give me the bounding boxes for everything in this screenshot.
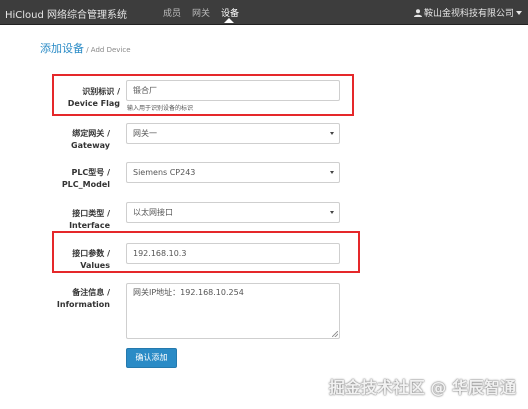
interface-selected: 以太网接口 (133, 208, 173, 217)
brand-title[interactable]: HiCloud 网络综合管理系统 (5, 6, 127, 21)
page-title-sub: / Add Device (84, 46, 131, 54)
gateway-select[interactable]: 网关一 (126, 123, 340, 144)
nav-gateways[interactable]: 网关 (192, 6, 210, 19)
user-icon (413, 9, 422, 17)
plc-model-label-en: PLC_Model (61, 180, 110, 189)
interface-select[interactable]: 以太网接口 (126, 202, 340, 223)
plc-model-label: PLC型号 / PLC_Model (0, 167, 110, 191)
interface-label: 接口类型 / Interface (0, 208, 110, 232)
plc-model-label-cn: PLC型号 / (71, 168, 110, 177)
user-menu[interactable]: 鞍山金视科技有限公司 (413, 6, 522, 19)
information-textarea[interactable]: 网关IP地址：192.168.10.254 (126, 283, 340, 339)
information-label-en: Information (56, 300, 110, 309)
chevron-down-icon (330, 211, 334, 214)
plc-model-selected: Siemens CP243 (133, 168, 196, 177)
top-navbar: HiCloud 网络综合管理系统 成员 网关 设备 鞍山金视科技有限公司 (0, 0, 528, 25)
resize-handle-icon[interactable] (332, 331, 338, 337)
chevron-down-icon (330, 132, 334, 135)
chevron-down-icon (330, 171, 334, 174)
chevron-down-icon (516, 11, 522, 15)
information-value: 网关IP地址：192.168.10.254 (133, 288, 244, 297)
information-label-cn: 备注信息 / (72, 288, 110, 297)
highlight-box-device-flag (52, 74, 354, 116)
nav-members[interactable]: 成员 (163, 6, 181, 19)
page-title-main: 添加设备 (40, 42, 84, 55)
submit-button[interactable]: 确认添加 (126, 348, 177, 368)
highlight-box-values (52, 231, 360, 273)
watermark: 掘金技术社区 @ 华辰智通 (328, 378, 516, 397)
active-nav-indicator (224, 18, 234, 23)
page-title: 添加设备 / Add Device (40, 37, 131, 56)
interface-label-cn: 接口类型 / (72, 209, 110, 218)
information-label: 备注信息 / Information (0, 287, 110, 311)
gateway-label-en: Gateway (71, 141, 110, 150)
gateway-label: 绑定网关 / Gateway (0, 128, 110, 152)
user-name: 鞍山金视科技有限公司 (423, 9, 514, 19)
plc-model-select[interactable]: Siemens CP243 (126, 162, 340, 183)
gateway-selected: 网关一 (133, 129, 157, 138)
gateway-label-cn: 绑定网关 / (72, 129, 110, 138)
